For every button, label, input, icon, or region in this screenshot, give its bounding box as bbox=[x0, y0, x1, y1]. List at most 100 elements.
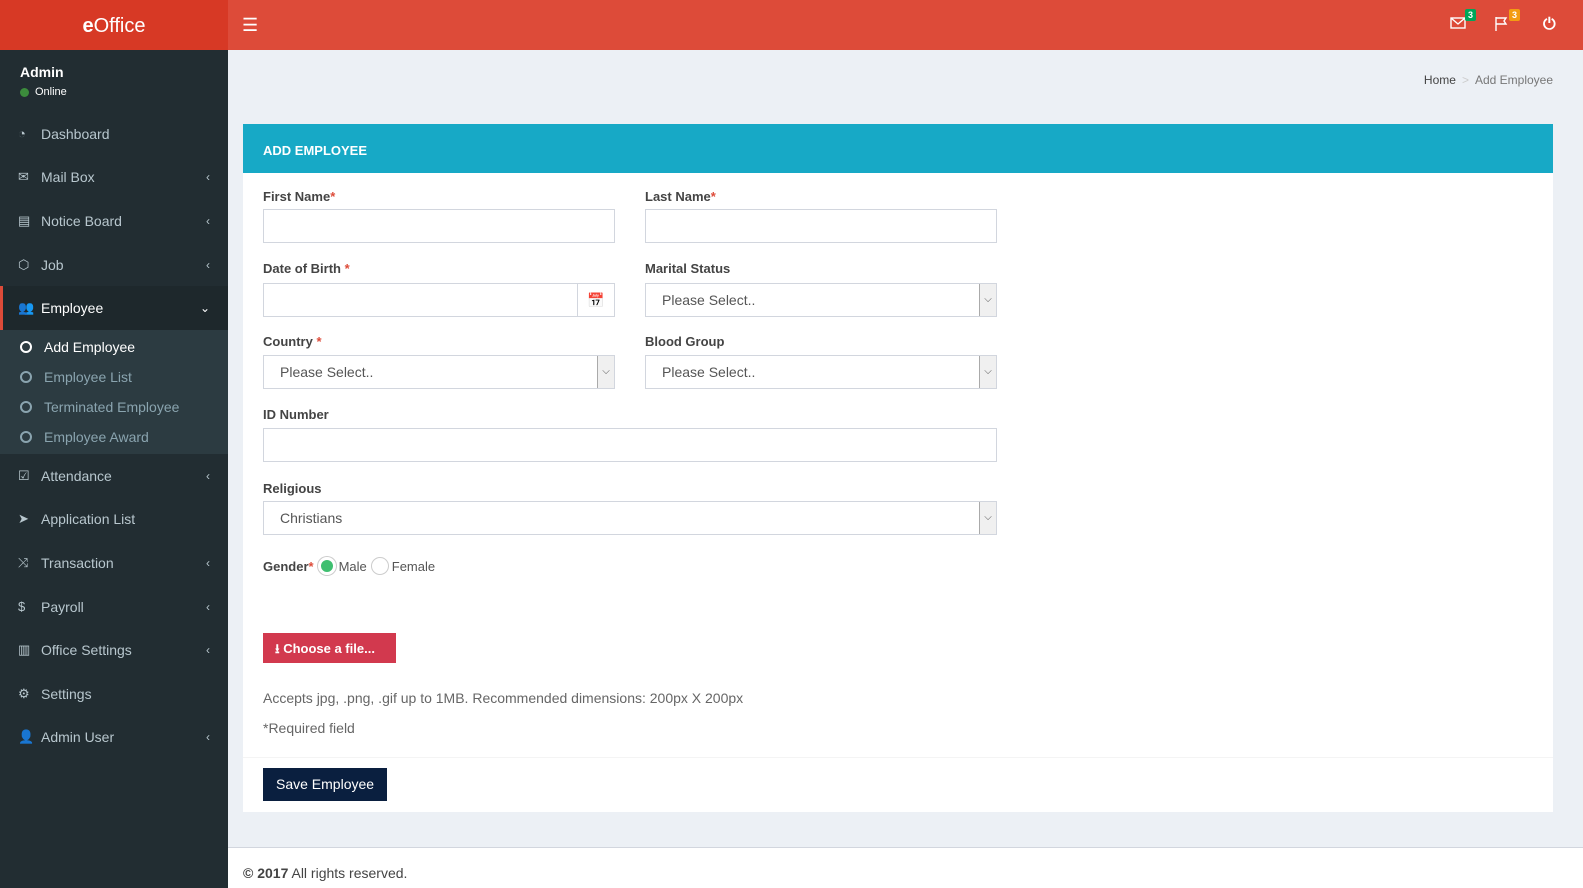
calendar-icon[interactable]: 📅 bbox=[577, 284, 614, 316]
upload-icon: ⭳ bbox=[275, 641, 280, 656]
chevron-down-icon: ⌵ bbox=[979, 284, 996, 316]
chevron-icon: ‹ bbox=[206, 555, 210, 570]
sidebar-item-notice-board[interactable]: ▤ Notice Board ‹ bbox=[0, 199, 228, 243]
random-icon: ⤨ bbox=[18, 554, 29, 570]
sidebar-item-employee[interactable]: 👥 Employee ⌄ bbox=[0, 286, 228, 330]
chevron-icon: ⌄ bbox=[199, 301, 210, 316]
sidebar-item-dashboard[interactable]: ◔ Dashboard bbox=[0, 112, 228, 156]
id-number-label: ID Number bbox=[263, 407, 329, 422]
app-logo[interactable]: eOffice bbox=[0, 0, 228, 50]
form-title: ADD EMPLOYEE bbox=[243, 124, 1553, 173]
mail-badge: 3 bbox=[1464, 9, 1476, 21]
sidebar-item-label: Mail Box bbox=[41, 169, 95, 186]
building-icon: ▥ bbox=[18, 642, 31, 658]
chevron-icon: ‹ bbox=[206, 730, 210, 745]
gender-group: Gender * Male Female bbox=[263, 557, 436, 575]
circle-icon bbox=[20, 370, 32, 383]
online-dot-icon bbox=[20, 87, 29, 97]
sidebar-item-payroll[interactable]: $ Payroll ‹ bbox=[0, 585, 228, 629]
first-name-input[interactable] bbox=[263, 209, 615, 243]
last-name-input[interactable] bbox=[645, 209, 997, 243]
envelope-icon: ✉ bbox=[18, 169, 29, 185]
country-select[interactable]: Please Select.. ⌵ bbox=[263, 355, 615, 389]
sidebar-item-mail-box[interactable]: ✉ Mail Box ‹ bbox=[0, 156, 228, 200]
sidebar-item-label: Settings bbox=[41, 685, 92, 702]
top-navbar: ☰ 3 3 ⏻ bbox=[228, 0, 1583, 50]
submenu-item[interactable]: Employee List bbox=[0, 362, 228, 392]
flag-badge: 3 bbox=[1508, 9, 1520, 21]
country-label: Country * bbox=[263, 334, 322, 349]
sidebar-item-label: Employee bbox=[41, 300, 104, 317]
dob-input[interactable]: 📅 bbox=[263, 283, 615, 317]
user-icon: 👤 bbox=[18, 729, 35, 745]
sidebar-item-label: Transaction bbox=[41, 554, 114, 571]
circle-icon bbox=[20, 430, 32, 443]
required-note: *Required field bbox=[263, 720, 355, 736]
marital-select[interactable]: Please Select.. ⌵ bbox=[645, 283, 997, 317]
paper-plane-icon: ➤ bbox=[18, 511, 29, 527]
submenu-item[interactable]: Terminated Employee bbox=[0, 392, 228, 422]
chevron-icon: ‹ bbox=[206, 170, 210, 185]
sidebar-item-label: Application List bbox=[41, 511, 136, 528]
blood-group-select[interactable]: Please Select.. ⌵ bbox=[645, 355, 997, 389]
circle-icon bbox=[20, 340, 32, 353]
last-name-label: Last Name* bbox=[645, 189, 716, 204]
sidebar-item-admin-user[interactable]: 👤 Admin User ‹ bbox=[0, 716, 228, 760]
mail-icon[interactable]: 3 bbox=[1450, 9, 1476, 36]
sidebar-item-label: Notice Board bbox=[41, 212, 122, 229]
chevron-icon: ‹ bbox=[206, 257, 210, 272]
breadcrumb-current: Add Employee bbox=[1474, 73, 1553, 87]
chevron-icon: ‹ bbox=[206, 643, 210, 658]
sidebar-item-label: Attendance bbox=[41, 467, 112, 484]
chevron-down-icon: ⌵ bbox=[979, 356, 996, 388]
flag-icon[interactable]: 3 bbox=[1494, 9, 1520, 36]
circle-icon bbox=[20, 400, 32, 413]
breadcrumb-home[interactable]: Home bbox=[1424, 73, 1456, 87]
choose-file-button[interactable]: ⭳ Choose a file... bbox=[263, 633, 396, 663]
dob-label: Date of Birth * bbox=[263, 261, 350, 276]
chevron-icon: ‹ bbox=[206, 468, 210, 483]
employee-submenu: Add Employee Employee List Terminated Empl… bbox=[0, 329, 228, 454]
newspaper-icon: ▤ bbox=[18, 212, 31, 228]
sidebar-item-attendance[interactable]: ☑ Attendance ‹ bbox=[0, 454, 228, 498]
sidebar-item-application-list[interactable]: ➤ Application List bbox=[0, 498, 228, 542]
add-employee-form: ADD EMPLOYEE First Name* Last Name* Date… bbox=[243, 124, 1553, 812]
chevron-down-icon: ⌵ bbox=[597, 356, 614, 388]
users-icon: 👥 bbox=[18, 300, 35, 316]
cube-icon: ⬡ bbox=[18, 256, 30, 272]
first-name-label: First Name* bbox=[263, 189, 336, 204]
cogs-icon: ⚙ bbox=[18, 685, 30, 701]
menu-toggle-icon[interactable]: ☰ bbox=[242, 15, 258, 36]
save-employee-button[interactable]: Save Employee bbox=[263, 768, 388, 801]
user-status: Online bbox=[35, 86, 67, 98]
sidebar-item-office-settings[interactable]: ▥ Office Settings ‹ bbox=[0, 628, 228, 672]
user-name: Admin bbox=[20, 64, 64, 80]
form-footer-divider bbox=[243, 757, 1553, 758]
sidebar-item-job[interactable]: ⬡ Job ‹ bbox=[0, 243, 228, 287]
sidebar-item-settings[interactable]: ⚙ Settings bbox=[0, 672, 228, 716]
gender-female-radio[interactable] bbox=[370, 557, 389, 575]
power-icon[interactable]: ⏻ bbox=[1543, 16, 1563, 36]
sidebar-menu: ◔ Dashboard ✉ Mail Box ‹ ▤ Notice Board ‹ ⬡ Job ‹ 👥… bbox=[0, 112, 228, 759]
dollar-icon: $ bbox=[18, 599, 26, 615]
submenu-item[interactable]: Add Employee bbox=[0, 332, 228, 362]
chevron-down-icon: ⌵ bbox=[979, 502, 996, 534]
sidebar-item-label: Admin User bbox=[41, 729, 115, 746]
sidebar-item-label: Office Settings bbox=[41, 642, 132, 659]
marital-label: Marital Status bbox=[645, 261, 731, 276]
sidebar-item-label: Payroll bbox=[41, 598, 84, 615]
dashboard-icon: ◔ bbox=[18, 126, 26, 142]
chevron-icon: ‹ bbox=[206, 599, 210, 614]
gender-male-radio[interactable] bbox=[317, 557, 336, 575]
religious-select[interactable]: Christians ⌵ bbox=[263, 501, 997, 535]
user-panel: Admin Online bbox=[0, 50, 228, 112]
page-footer: © 2017 All rights reserved. bbox=[228, 847, 1583, 888]
chevron-icon: ‹ bbox=[206, 213, 210, 228]
sidebar-item-label: Dashboard bbox=[41, 125, 110, 142]
blood-group-label: Blood Group bbox=[645, 334, 725, 349]
religious-label: Religious bbox=[263, 481, 322, 496]
sidebar-item-transaction[interactable]: ⤨ Transaction ‹ bbox=[0, 541, 228, 585]
submenu-item[interactable]: Employee Award bbox=[0, 422, 228, 452]
sidebar-item-label: Job bbox=[41, 256, 64, 273]
id-number-input[interactable] bbox=[263, 428, 997, 462]
